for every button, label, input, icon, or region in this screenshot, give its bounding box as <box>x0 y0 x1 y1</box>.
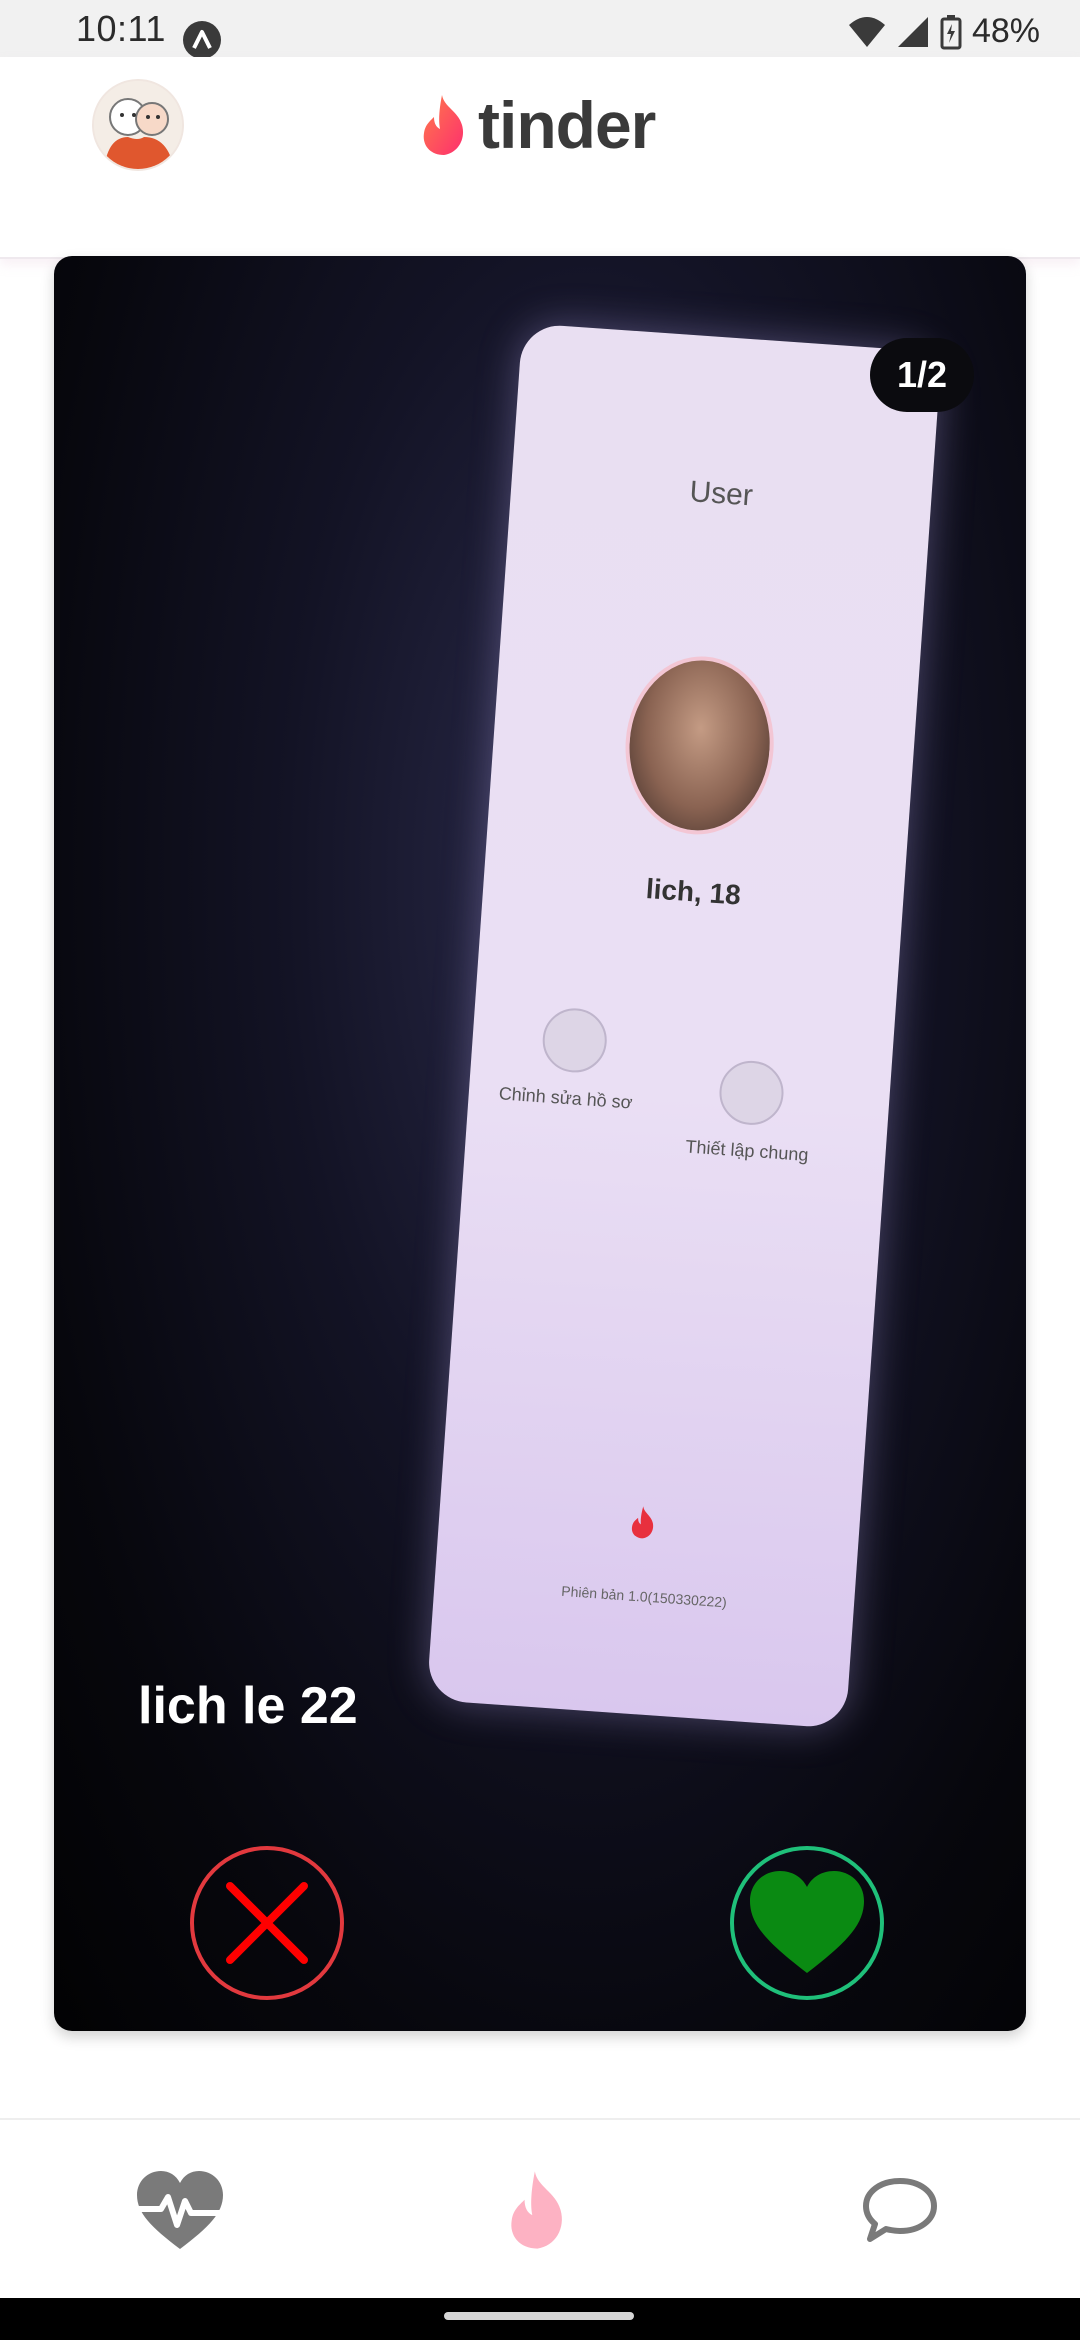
tinder-logo: tinder <box>418 87 656 163</box>
status-time: 10:11 <box>76 8 166 49</box>
notification-icon <box>183 21 221 59</box>
photo-edit-icon <box>540 1006 609 1075</box>
like-button[interactable] <box>730 1846 884 2000</box>
nav-chat[interactable] <box>850 2160 950 2260</box>
system-nav-bar <box>0 2298 1080 2340</box>
status-bar: 10:11 48% <box>0 0 1080 59</box>
battery-percent: 48% <box>971 12 1040 50</box>
chat-bubble-icon <box>863 2178 937 2242</box>
avatar-image <box>94 81 182 169</box>
photo-settings-icon <box>717 1058 786 1128</box>
profile-photo: User lich, 18 Chỉnh sửa hồ sơ Thiết lập … <box>426 323 942 1729</box>
heart-pulse-icon <box>136 2171 224 2249</box>
photo-settings-label: Thiết lập chung <box>684 1136 810 1165</box>
nav-likes[interactable] <box>130 2160 230 2260</box>
photo-flame-icon <box>631 1506 654 1539</box>
status-icons: 48% <box>848 12 1040 51</box>
bottom-nav <box>0 2118 1080 2300</box>
photo-counter: 1/2 <box>870 338 974 412</box>
nav-swipe[interactable] <box>490 2160 590 2260</box>
signal-icon <box>897 16 928 47</box>
heart-icon <box>750 1871 864 1973</box>
photo-edit-label: Chỉnh sửa hồ sơ <box>498 1083 634 1113</box>
logo-text: tinder <box>478 88 656 162</box>
photo-avatar <box>619 651 780 840</box>
battery-icon <box>940 14 962 49</box>
flame-logo-icon <box>423 95 464 155</box>
photo-version: Phiên bản 1.0(150330222) <box>560 1582 728 1611</box>
avatar[interactable] <box>92 79 184 171</box>
flame-icon <box>511 2171 562 2249</box>
home-gesture-pill[interactable] <box>444 2312 634 2320</box>
profile-card[interactable]: User lich, 18 Chỉnh sửa hồ sơ Thiết lập … <box>54 256 1026 2031</box>
screen: 10:11 48% tinder User lich, 18 Chỉnh sửa… <box>0 0 1080 2340</box>
photo-name: lich, 18 <box>644 873 742 911</box>
profile-name: lich le 22 <box>138 1677 358 1735</box>
close-icon <box>226 1882 308 1964</box>
wifi-icon <box>848 16 885 47</box>
app-header: tinder <box>0 57 1080 259</box>
nope-button[interactable] <box>190 1846 344 2000</box>
photo-screen-title: User <box>688 475 754 513</box>
